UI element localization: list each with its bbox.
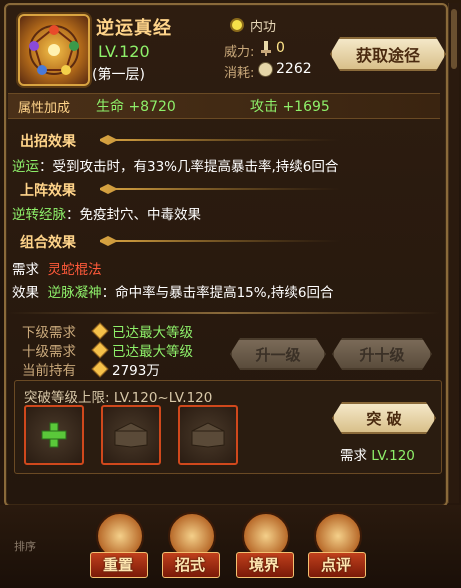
next-level-label: 下级需求: [22, 325, 76, 341]
deploy-effect-title: 上阵效果: [20, 183, 76, 199]
cost-value: 2262: [276, 61, 312, 77]
skill-kind: 内功: [250, 20, 277, 35]
next-level-value: 已达最大等级: [112, 325, 193, 341]
level-up-ten-button[interactable]: 升十级: [332, 338, 432, 370]
kind-dot-icon: [232, 20, 242, 30]
obtain-source-button[interactable]: 获取途径: [330, 37, 446, 71]
level-up-one-button[interactable]: 升一级: [230, 338, 326, 370]
deploy-effect-name: 逆转经脉: [12, 207, 66, 223]
tab-review-label: 点评: [320, 556, 351, 574]
combo-req-value: 灵蛇棍法: [47, 262, 102, 278]
deploy-effect-line: 逆转经脉：免疫封穴、中毒效果: [12, 203, 201, 223]
bottom-bar: [0, 505, 461, 588]
coin-icon: [258, 62, 273, 77]
tab-realm[interactable]: 境界: [234, 512, 294, 580]
attack-effect-title: 出招效果: [20, 134, 76, 150]
tab-reset-label: 重置: [102, 556, 133, 574]
attribute-title: 属性加成: [18, 101, 71, 116]
breakthrough-slot-empty[interactable]: [178, 405, 238, 465]
owned-label: 当前持有: [22, 363, 76, 379]
scroll-silhouette-icon: [114, 422, 148, 448]
combo-effect-name: 逆脉凝神: [47, 285, 102, 301]
tab-moves[interactable]: 招式: [160, 512, 220, 580]
skill-level: LV.120: [98, 42, 150, 61]
deploy-effect-desc: ：免疫封穴、中毒效果: [66, 207, 201, 223]
breakthrough-limit-label: 突破等级上限: LV.120~LV.120: [24, 390, 213, 406]
breakthrough-requirement: 需求 LV.120: [340, 444, 415, 464]
breakthrough-req-label: 需求: [340, 448, 367, 464]
tab-review[interactable]: 点评: [306, 512, 366, 580]
attack-effect-line: 逆运：受到攻击时，有33%几率提高暴击率,持续6回合: [12, 155, 338, 175]
scrollbar[interactable]: [448, 3, 459, 503]
owned-value: 2793万: [112, 363, 160, 379]
power-value: 0: [276, 40, 285, 56]
breakthrough-req-value: LV.120: [371, 448, 415, 464]
power-label: 威力:: [224, 45, 255, 60]
skill-name: 逆运真经: [96, 18, 172, 39]
breakthrough-slot-add[interactable]: [24, 405, 84, 465]
ten-level-label: 十级需求: [22, 344, 76, 360]
attribute-attack: 攻击 +1695: [250, 99, 330, 115]
divider: [8, 312, 440, 314]
ten-level-value: 已达最大等级: [112, 344, 193, 360]
attribute-hp: 生命 +8720: [96, 99, 176, 115]
breakthrough-button[interactable]: 突 破: [332, 402, 436, 434]
combo-effect-title: 组合效果: [20, 235, 76, 251]
cost-label: 消耗:: [224, 66, 255, 81]
attribute-bar: [8, 93, 440, 119]
breakthrough-slot-empty[interactable]: [101, 405, 161, 465]
combo-effect-label: 效果: [12, 285, 39, 301]
scroll-silhouette-icon: [191, 422, 225, 448]
skill-detail-screen: 逆运真经 LV.120 (第一层) 内功 威力: 0 消耗: 2262 获取途径…: [0, 0, 461, 588]
skill-emblem-icon: [18, 14, 90, 86]
plus-icon: [41, 422, 67, 448]
power-icon: [261, 41, 271, 56]
combo-effect-line: 效果 逆脉凝神：命中率与暴击率提高15%,持续6回合: [12, 281, 333, 301]
scrollbar-thumb[interactable]: [451, 9, 457, 69]
attack-effect-name: 逆运: [12, 159, 39, 175]
combo-req-line: 需求 灵蛇棍法: [12, 258, 102, 278]
combo-req-label: 需求: [12, 262, 39, 278]
sort-label[interactable]: 排序: [14, 538, 36, 554]
tab-moves-label: 招式: [174, 556, 205, 574]
tab-realm-label: 境界: [248, 556, 279, 574]
skill-layer: (第一层): [92, 67, 145, 83]
combo-effect-desc: ：命中率与暴击率提高15%,持续6回合: [101, 285, 334, 301]
tab-reset[interactable]: 重置: [88, 512, 148, 580]
attack-effect-desc: ：受到攻击时，有33%几率提高暴击率,持续6回合: [39, 159, 339, 175]
